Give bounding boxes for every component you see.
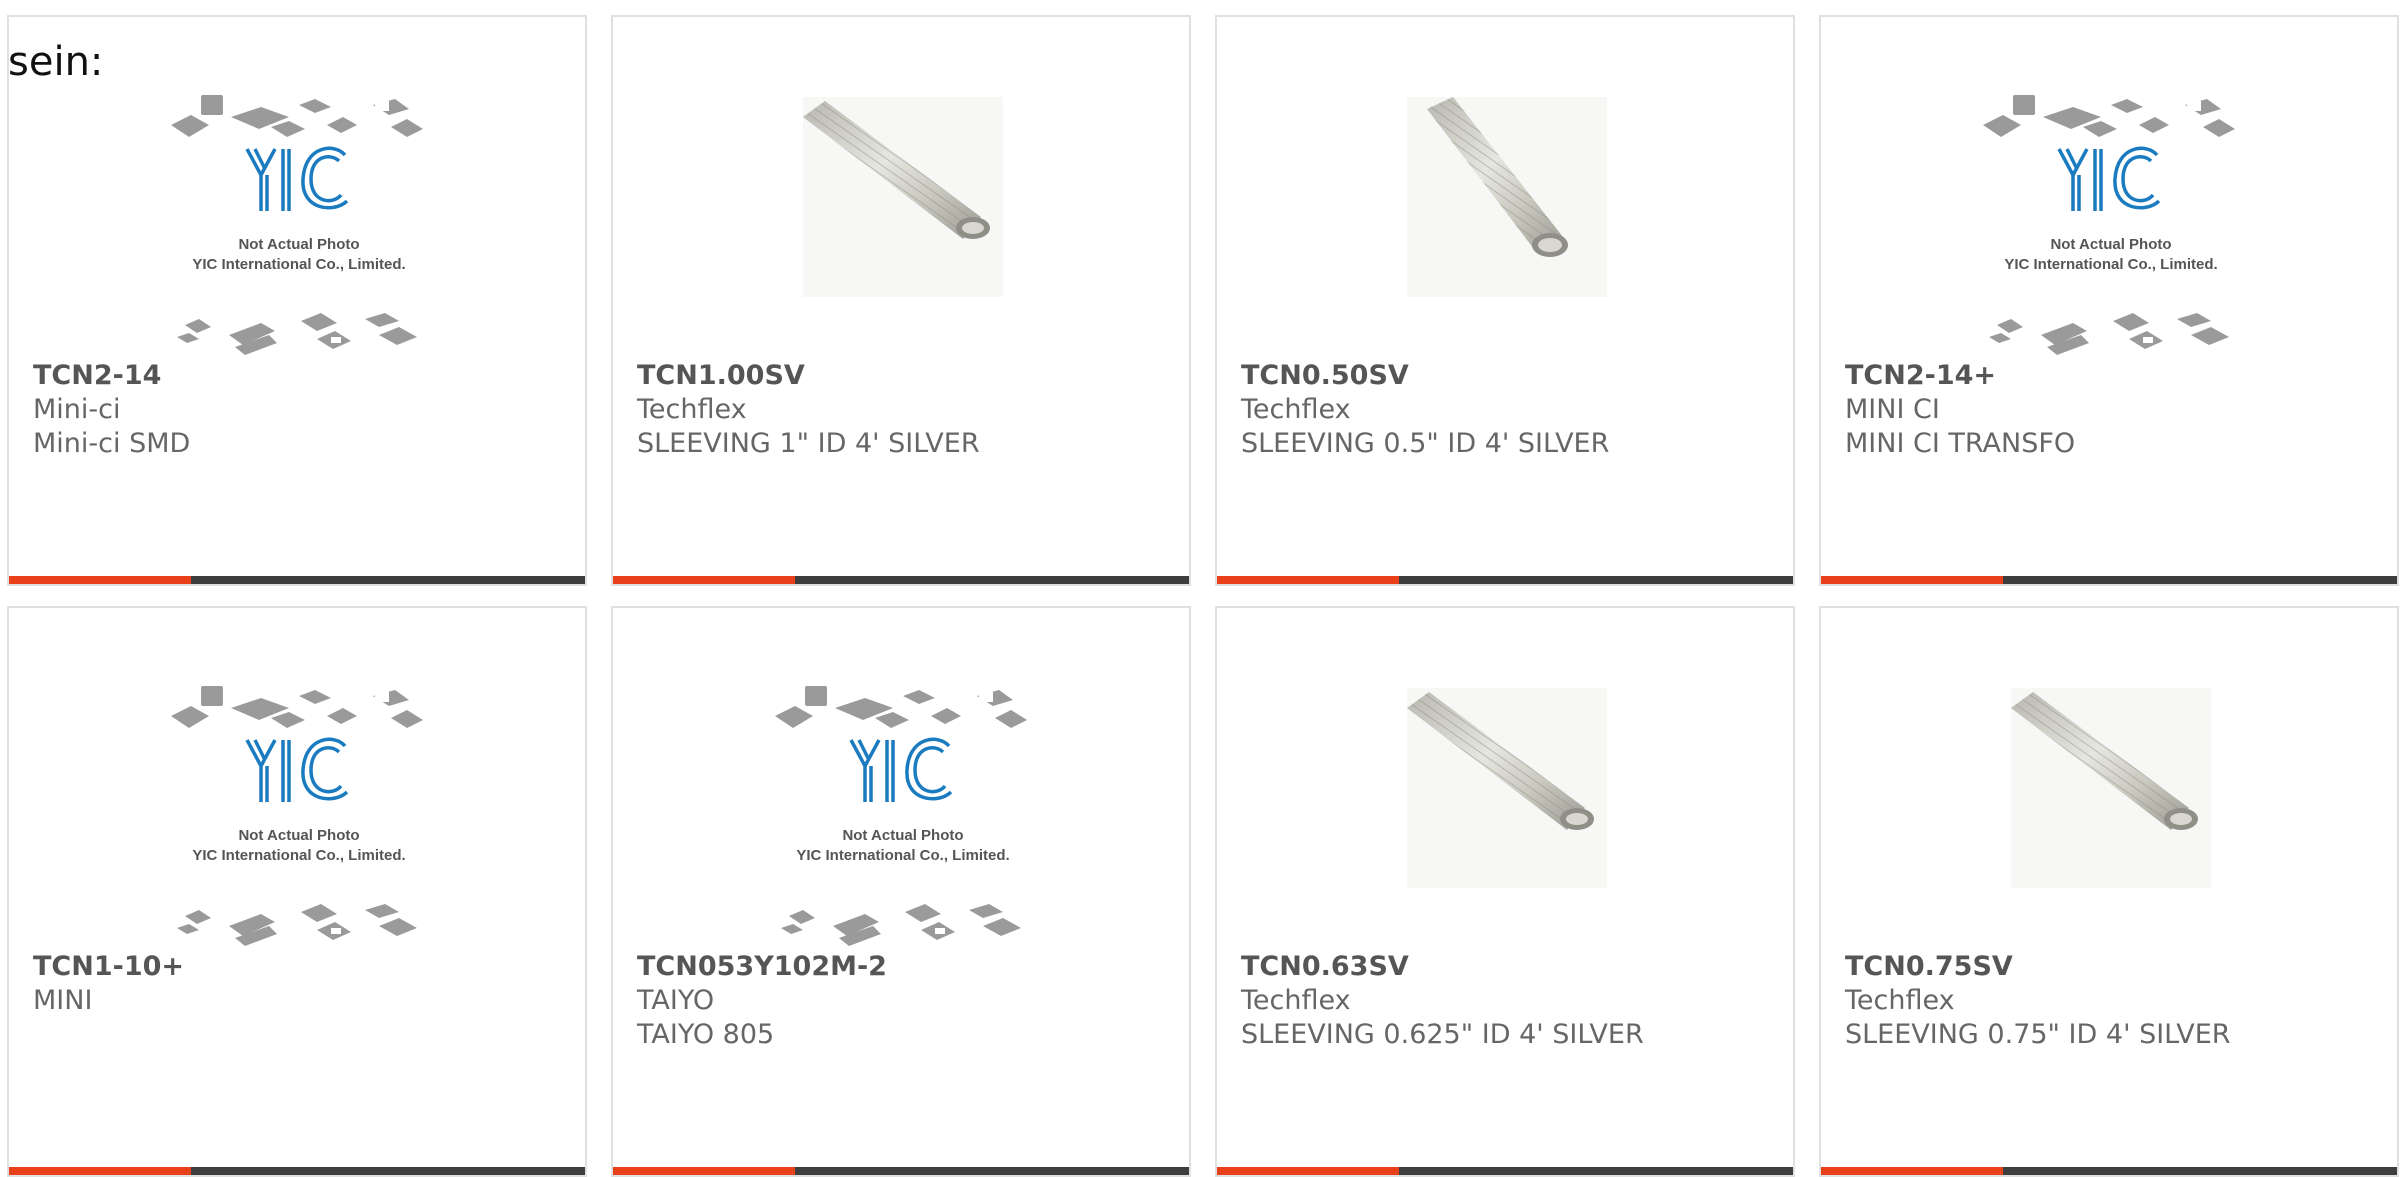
part-number-link[interactable]: TCN0.63SV [1241, 950, 1777, 984]
product-card[interactable]: TCN1.00SV Techflex SLEEVING 1" ID 4' SILVE… [611, 15, 1191, 586]
card-footer-accent [9, 1167, 191, 1175]
part-number-link[interactable]: TCN2-14+ [1845, 359, 2381, 393]
svg-text:Not Actual Photo: Not Actual Photo [238, 236, 359, 253]
product-image[interactable] [1367, 87, 1647, 367]
product-card[interactable]: TCN0.50SV Techflex SLEEVING 0.5" ID 4' SIL… [1215, 15, 1795, 586]
svg-text:Not Actual Photo: Not Actual Photo [842, 827, 963, 844]
description: TAIYO 805 [637, 1019, 775, 1050]
description: MINI CI TRANSFO [1845, 428, 2076, 459]
svg-text:YIC International Co., Limited: YIC International Co., Limited. [192, 256, 405, 273]
part-number-link[interactable]: TCN1-10+ [33, 950, 569, 984]
manufacturer: Techflex [637, 394, 747, 425]
part-number-link[interactable]: TCN0.75SV [1845, 950, 2381, 984]
card-footer-bar [1217, 576, 1793, 584]
manufacturer: Mini-ci [33, 394, 121, 425]
description: SLEEVING 0.5" ID 4' SILVER [1241, 428, 1610, 459]
manufacturer: Techflex [1241, 394, 1351, 425]
card-footer-bar [1217, 1167, 1793, 1175]
card-footer-accent [1821, 1167, 2003, 1175]
not-actual-photo-image[interactable]: Not Actual Photo YIC International Co., … [159, 87, 439, 367]
product-info: TCN1.00SV Techflex SLEEVING 1" ID 4' SILVE… [637, 359, 1173, 461]
svg-text:YIC International Co., Limited: YIC International Co., Limited. [192, 847, 405, 864]
product-info: TCN0.50SV Techflex SLEEVING 0.5" ID 4' SIL… [1241, 359, 1777, 461]
card-footer-accent [1217, 1167, 1399, 1175]
card-footer-accent [613, 1167, 795, 1175]
svg-text:Not Actual Photo: Not Actual Photo [2050, 236, 2171, 253]
manufacturer: Techflex [1845, 985, 1955, 1016]
part-number-link[interactable]: TCN1.00SV [637, 359, 1173, 393]
product-card[interactable]: TCN0.75SV Techflex SLEEVING 0.75" ID 4' SI… [1819, 606, 2399, 1177]
card-footer-accent [1821, 576, 2003, 584]
card-footer-accent [613, 576, 795, 584]
product-info: TCN0.75SV Techflex SLEEVING 0.75" ID 4' SI… [1845, 950, 2381, 1052]
part-number-link[interactable]: TCN053Y102M-2 [637, 950, 1173, 984]
not-actual-photo-image[interactable]: Not Actual Photo YIC International Co., … [1971, 87, 2251, 367]
description: SLEEVING 0.75" ID 4' SILVER [1845, 1019, 2231, 1050]
card-footer-bar [1821, 576, 2397, 584]
product-image[interactable] [763, 87, 1043, 367]
description: SLEEVING 1" ID 4' SILVER [637, 428, 980, 459]
card-footer-bar [9, 576, 585, 584]
product-card[interactable]: Not Actual Photo YIC International Co., … [1819, 15, 2399, 586]
product-card[interactable]: TCN0.63SV Techflex SLEEVING 0.625" ID 4' S… [1215, 606, 1795, 1177]
manufacturer: Techflex [1241, 985, 1351, 1016]
part-number-link[interactable]: TCN0.50SV [1241, 359, 1777, 393]
manufacturer: TAIYO [637, 985, 715, 1016]
product-image[interactable] [1367, 678, 1647, 958]
svg-text:YIC International Co., Limited: YIC International Co., Limited. [2004, 256, 2217, 273]
card-footer-bar [1821, 1167, 2397, 1175]
svg-text:YIC International Co., Limited: YIC International Co., Limited. [796, 847, 1009, 864]
part-number-link[interactable]: TCN2-14 [33, 359, 569, 393]
page-leading-text: sein: [8, 39, 104, 85]
description: SLEEVING 0.625" ID 4' SILVER [1241, 1019, 1644, 1050]
product-info: TCN053Y102M-2 TAIYO TAIYO 805 [637, 950, 1173, 1052]
product-info: TCN2-14 Mini-ci Mini-ci SMD [33, 359, 569, 461]
card-footer-bar [9, 1167, 585, 1175]
not-actual-photo-image[interactable]: Not Actual Photo YIC International Co., … [159, 678, 439, 958]
product-info: TCN1-10+ MINI [33, 950, 569, 1018]
product-card[interactable]: Not Actual Photo YIC International Co., … [7, 606, 587, 1177]
manufacturer: MINI CI [1845, 394, 1940, 425]
product-image[interactable] [1971, 678, 2251, 958]
card-footer-accent [9, 576, 191, 584]
product-info: TCN0.63SV Techflex SLEEVING 0.625" ID 4' S… [1241, 950, 1777, 1052]
not-actual-photo-image[interactable]: Not Actual Photo YIC International Co., … [763, 678, 1043, 958]
card-footer-bar [613, 1167, 1189, 1175]
product-info: TCN2-14+ MINI CI MINI CI TRANSFO [1845, 359, 2381, 461]
svg-text:Not Actual Photo: Not Actual Photo [238, 827, 359, 844]
description: Mini-ci SMD [33, 428, 191, 459]
manufacturer: MINI [33, 985, 93, 1016]
product-card[interactable]: Not Actual Photo YIC International Co., … [611, 606, 1191, 1177]
product-card[interactable]: Not Actual Photo YIC International Co., … [7, 15, 587, 586]
card-footer-bar [613, 576, 1189, 584]
card-footer-accent [1217, 576, 1399, 584]
